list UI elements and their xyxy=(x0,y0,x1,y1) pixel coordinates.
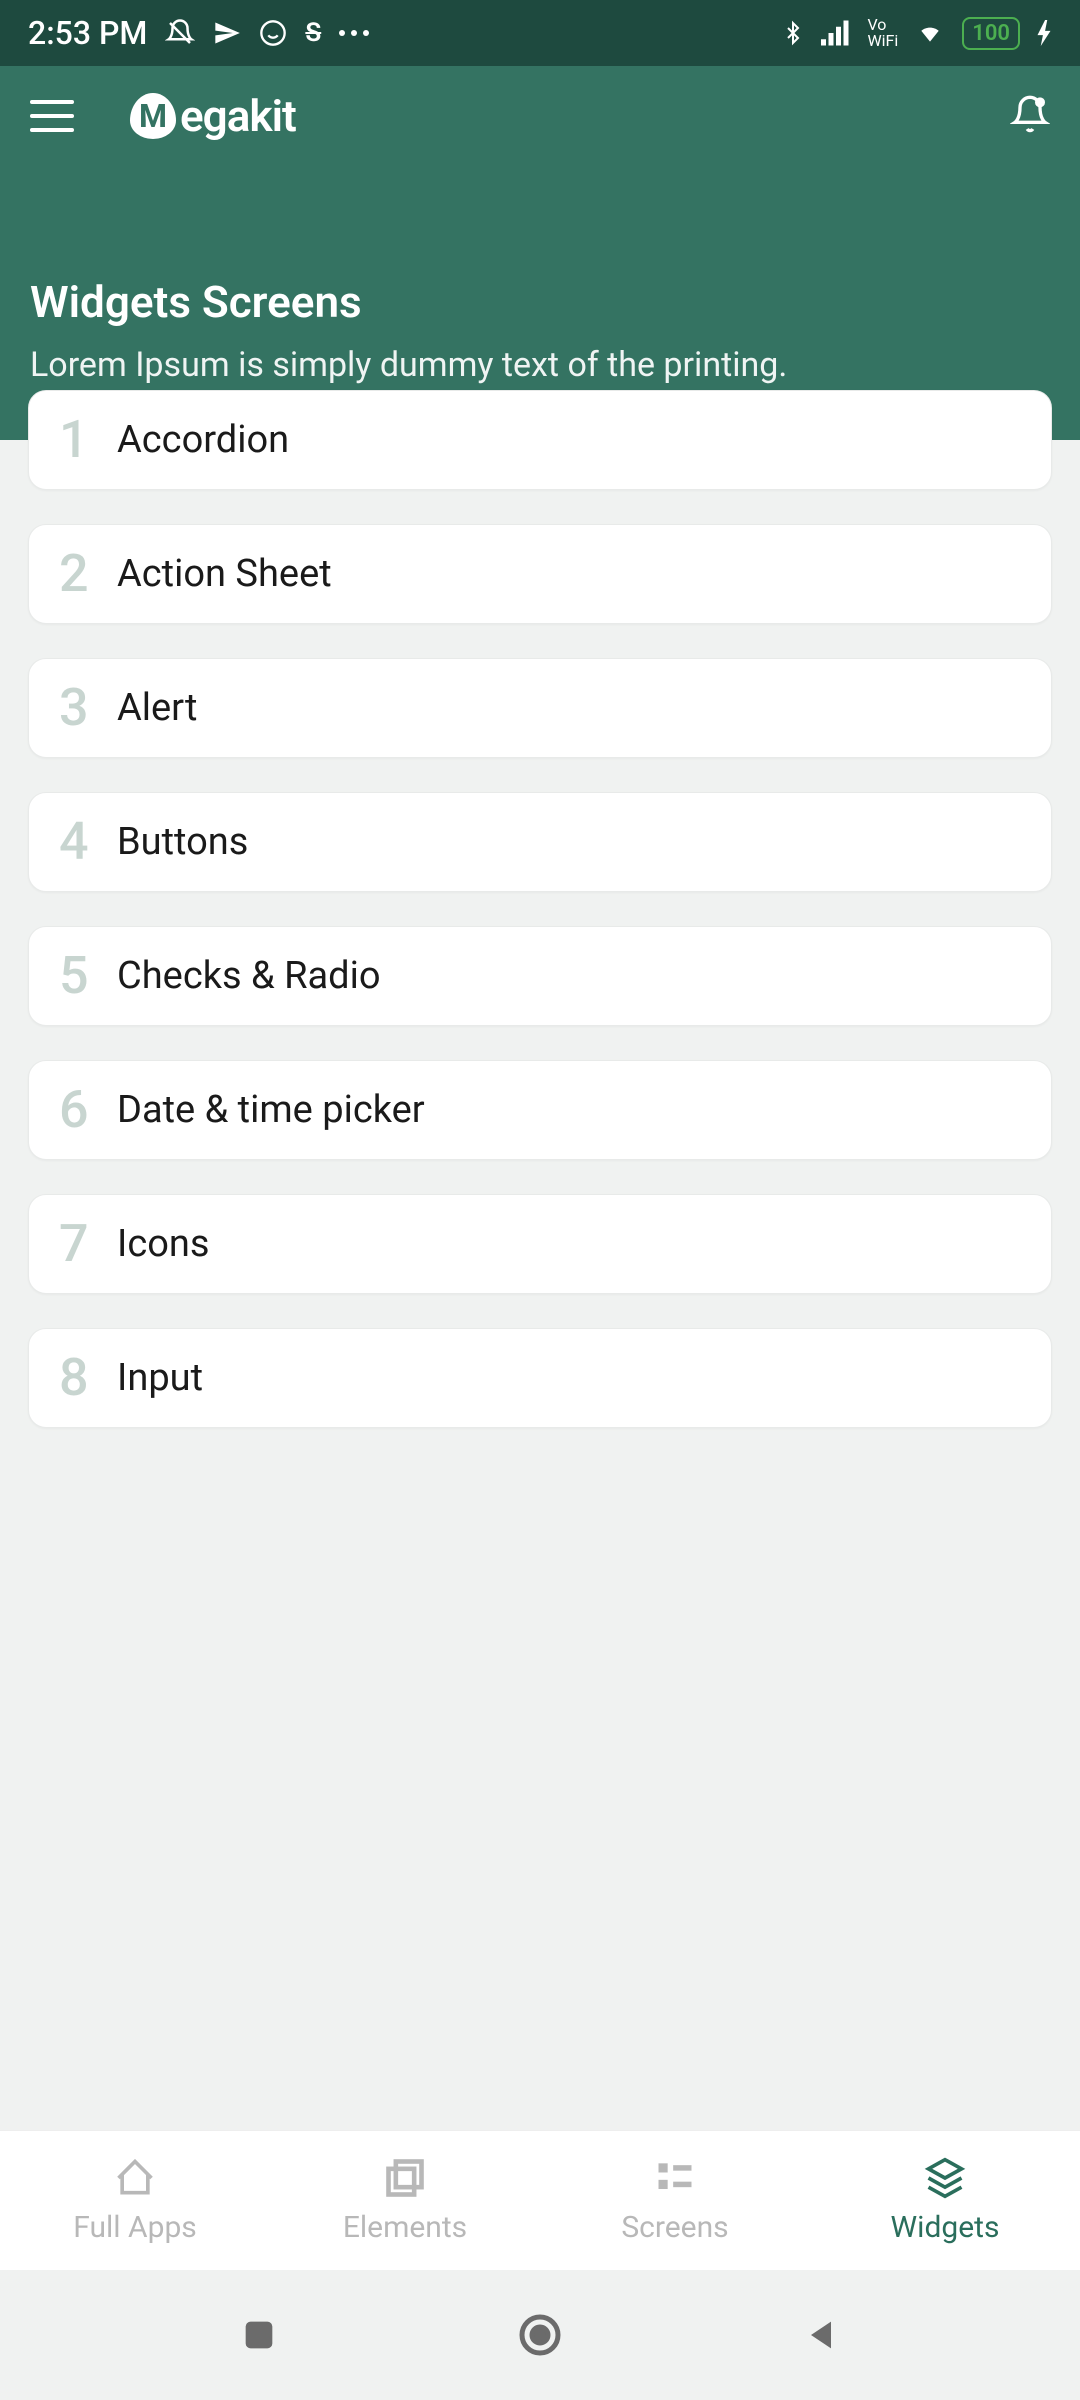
bluetooth-icon xyxy=(781,19,805,47)
s-icon: S xyxy=(305,18,321,48)
nav-icon xyxy=(653,2156,697,2200)
widget-number: 6 xyxy=(59,1079,117,1140)
whatsapp-icon xyxy=(259,19,287,47)
home-button[interactable] xyxy=(516,2311,564,2359)
widget-number: 2 xyxy=(59,543,117,604)
widget-label: Date & time picker xyxy=(117,1088,425,1132)
menu-icon[interactable] xyxy=(30,100,74,132)
system-nav xyxy=(0,2270,1080,2400)
nav-label: Full Apps xyxy=(73,2210,197,2245)
widget-card-accordion[interactable]: 1Accordion xyxy=(28,390,1052,490)
widget-number: 1 xyxy=(59,409,117,470)
page-subtitle: Lorem Ipsum is simply dummy text of the … xyxy=(30,342,1050,390)
widget-label: Accordion xyxy=(117,418,289,462)
app-bar: M egakit xyxy=(0,66,1080,166)
notifications-icon[interactable] xyxy=(1010,94,1050,138)
widget-label: Input xyxy=(117,1356,203,1400)
widget-card-checks-radio[interactable]: 5Checks & Radio xyxy=(28,926,1052,1026)
nav-icon xyxy=(383,2156,427,2200)
widget-card-input[interactable]: 8Input xyxy=(28,1328,1052,1428)
content-area: 1Accordion2Action Sheet3Alert4Buttons5Ch… xyxy=(0,440,1080,2130)
widget-number: 7 xyxy=(59,1213,117,1274)
widget-number: 5 xyxy=(59,945,117,1006)
nav-label: Elements xyxy=(343,2210,467,2245)
widget-label: Checks & Radio xyxy=(117,954,381,998)
nav-screens[interactable]: Screens xyxy=(540,2131,810,2270)
nav-widgets[interactable]: Widgets xyxy=(810,2131,1080,2270)
bottom-nav: Full Apps Elements Screens Widgets xyxy=(0,2130,1080,2270)
nav-icon xyxy=(113,2156,157,2200)
battery-indicator: 100 xyxy=(962,17,1020,50)
vowifi-icon: VoWiFi xyxy=(867,17,898,49)
widget-number: 8 xyxy=(59,1347,117,1408)
widget-card-action-sheet[interactable]: 2Action Sheet xyxy=(28,524,1052,624)
nav-label: Screens xyxy=(621,2210,728,2245)
widget-card-alert[interactable]: 3Alert xyxy=(28,658,1052,758)
charging-icon xyxy=(1036,20,1052,46)
page-title-block: Widgets Screens Lorem Ipsum is simply du… xyxy=(0,166,1080,390)
widget-card-date-time-picker[interactable]: 6Date & time picker xyxy=(28,1060,1052,1160)
wifi-icon xyxy=(914,20,946,46)
status-right: VoWiFi 100 xyxy=(781,17,1052,50)
nav-label: Widgets xyxy=(891,2210,1000,2245)
widget-number: 3 xyxy=(59,677,117,738)
more-icon xyxy=(339,30,369,36)
widget-card-icons[interactable]: 7Icons xyxy=(28,1194,1052,1294)
widgets-list[interactable]: 1Accordion 2Action Sheet 3Alert 4Buttons 5Ch… xyxy=(0,390,1080,1428)
status-bar: 2:53 PM S VoWiFi 100 xyxy=(0,0,1080,66)
header-section: M egakit Widgets Screens Lorem Ipsum is … xyxy=(0,66,1080,440)
nav-elements[interactable]: Elements xyxy=(270,2131,540,2270)
send-icon xyxy=(213,19,241,47)
nav-full-apps[interactable]: Full Apps xyxy=(0,2131,270,2270)
widget-label: Action Sheet xyxy=(117,552,332,596)
app-logo[interactable]: M egakit xyxy=(130,90,296,142)
logo-mark: M xyxy=(130,93,176,139)
status-left: 2:53 PM S xyxy=(28,14,369,52)
mute-icon xyxy=(165,18,195,48)
nav-icon xyxy=(923,2156,967,2200)
back-button[interactable] xyxy=(801,2315,841,2355)
widget-label: Icons xyxy=(117,1222,210,1266)
signal-icon xyxy=(821,20,851,46)
recents-button[interactable] xyxy=(239,2315,279,2355)
widget-number: 4 xyxy=(59,811,117,872)
widget-label: Alert xyxy=(117,686,197,730)
logo-text: egakit xyxy=(180,90,296,142)
page-title: Widgets Screens xyxy=(30,276,1050,328)
widget-card-buttons[interactable]: 4Buttons xyxy=(28,792,1052,892)
widget-label: Buttons xyxy=(117,820,248,864)
status-time: 2:53 PM xyxy=(28,14,147,52)
